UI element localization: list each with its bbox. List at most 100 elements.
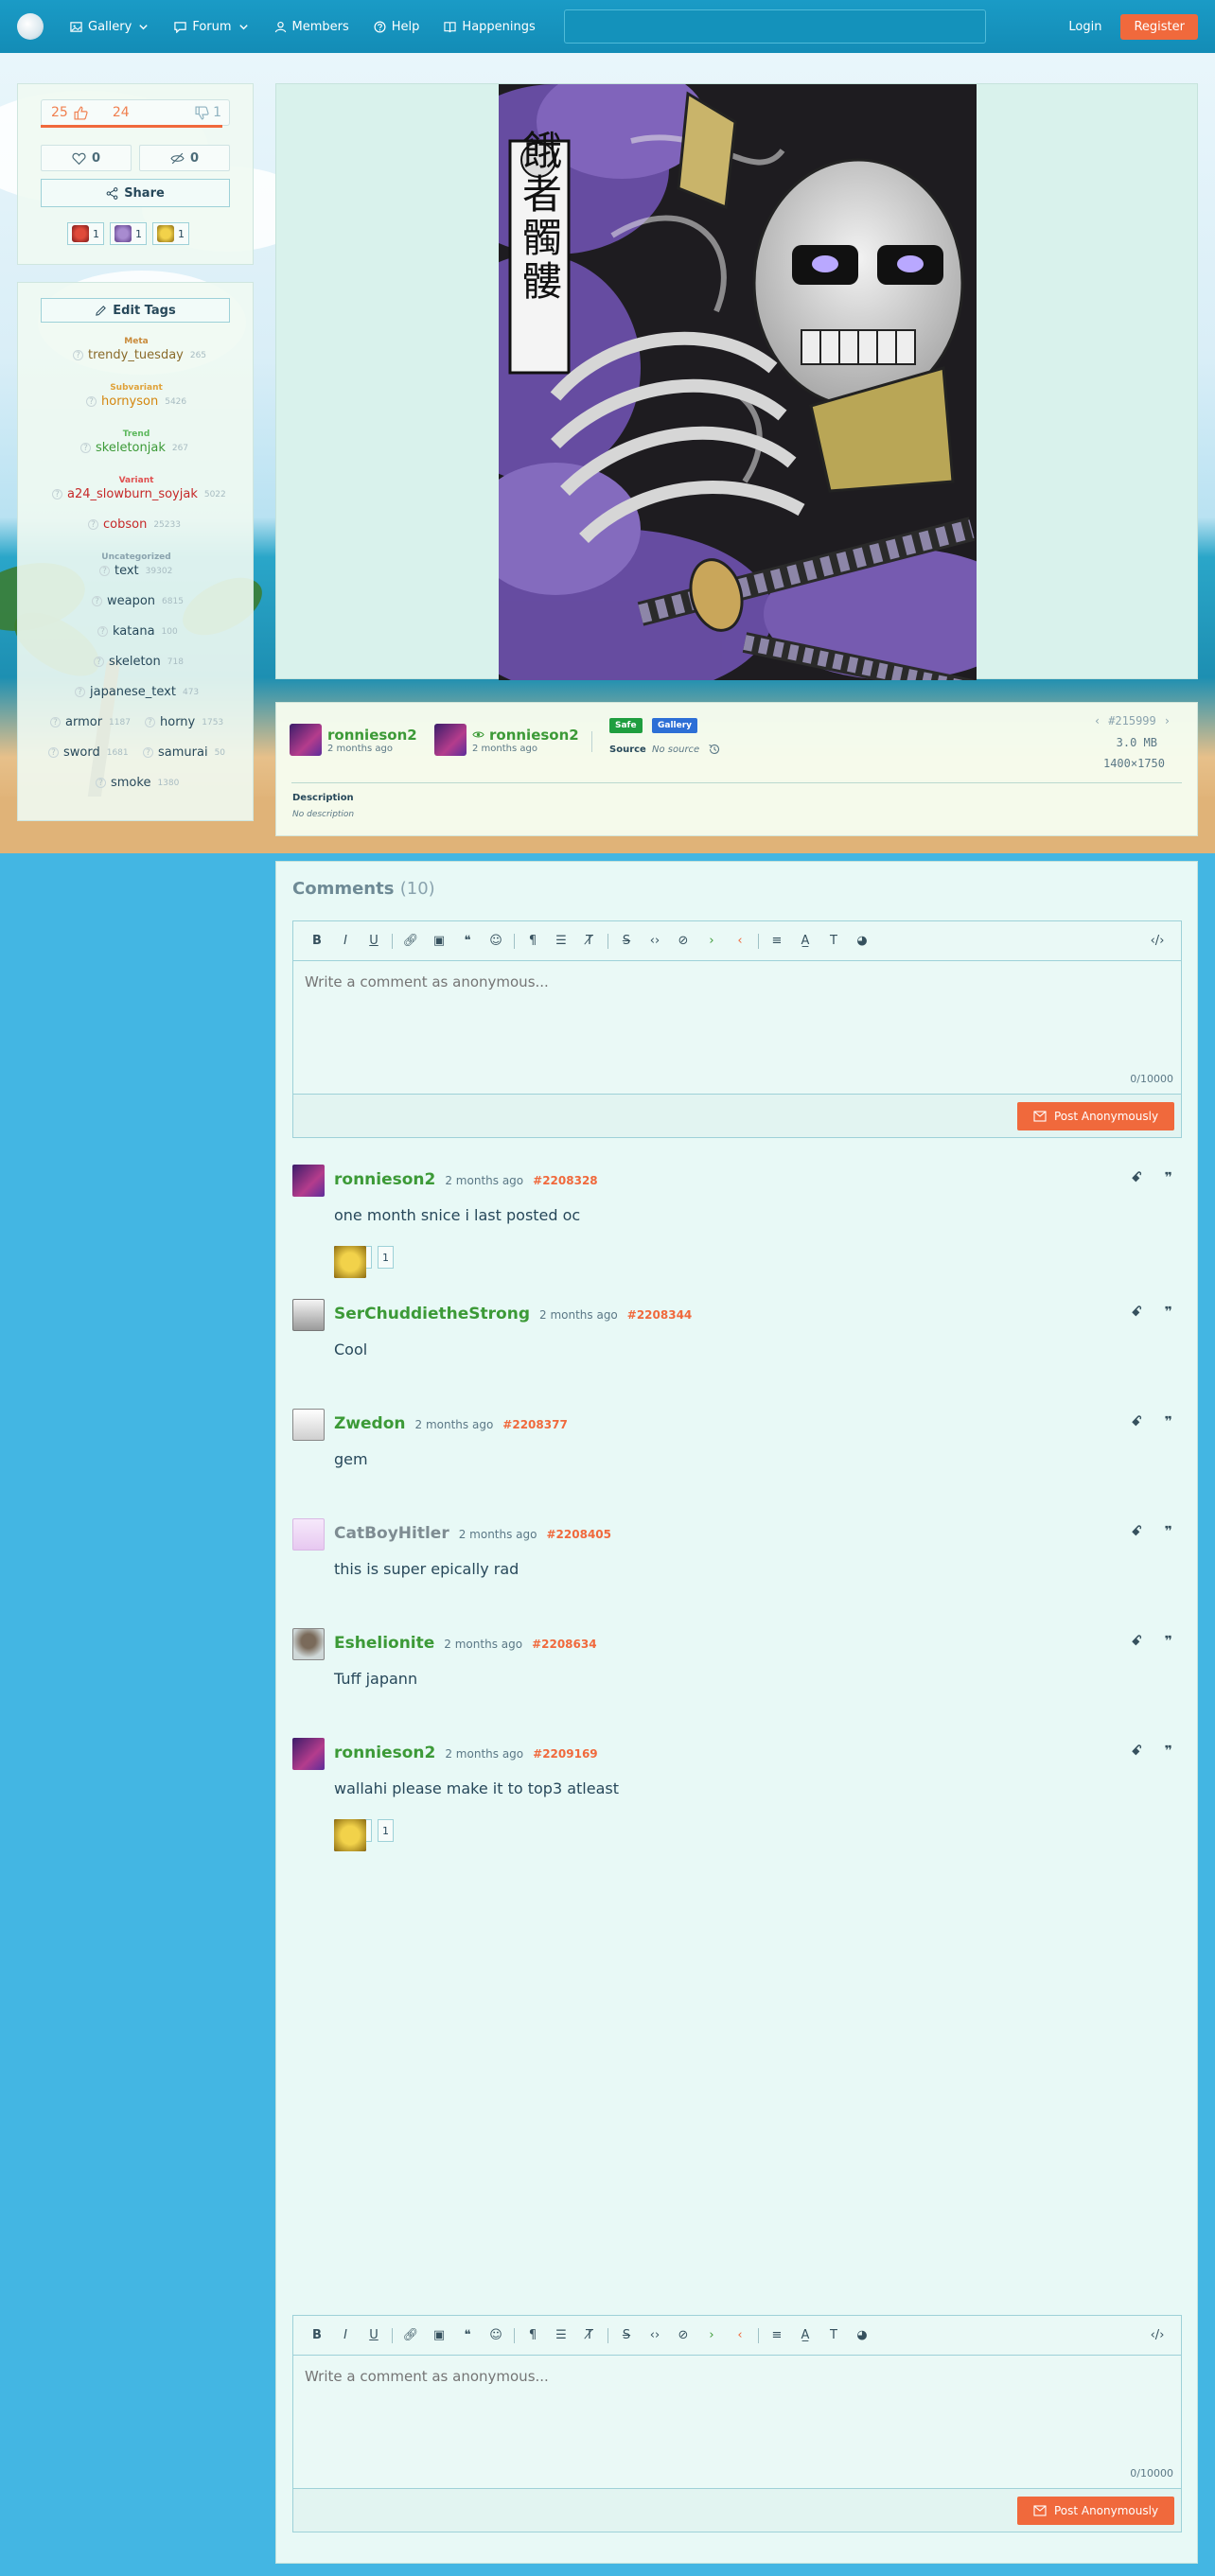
tag-skeleton[interactable]: ? skeleton 718 xyxy=(94,655,184,669)
react-icon[interactable]: ꗃ xyxy=(1132,1170,1142,1185)
tag-katana[interactable]: ? katana 100 xyxy=(97,624,178,639)
paragraph-icon[interactable]: ¶ xyxy=(519,2324,547,2347)
comment-textarea[interactable] xyxy=(293,962,1181,1093)
tag-info-icon[interactable]: ? xyxy=(73,350,83,360)
reply-quote-icon[interactable]: ❞ xyxy=(1165,1305,1172,1320)
comment-username[interactable]: SerChuddietheStrong xyxy=(334,1305,530,1323)
bold-icon[interactable]: B xyxy=(303,930,331,953)
italic-icon[interactable]: I xyxy=(331,930,360,953)
source-toggle-icon[interactable]: ‹/› xyxy=(1143,930,1171,953)
greentext-icon[interactable]: › xyxy=(697,930,726,953)
comment-id[interactable]: #2209169 xyxy=(533,1747,598,1761)
reaction-chip[interactable]: 1 xyxy=(334,1246,394,1278)
nav-happenings[interactable]: Happenings xyxy=(444,20,536,34)
bold-icon[interactable]: B xyxy=(303,2324,331,2347)
search-input[interactable] xyxy=(563,9,986,44)
emoji-icon[interactable]: ☺ xyxy=(482,930,510,953)
react-icon[interactable]: ꗃ xyxy=(1132,1634,1142,1649)
comment-username[interactable]: CatBoyHitler xyxy=(334,1524,449,1543)
font-size-icon[interactable]: T xyxy=(819,930,848,953)
react-icon[interactable]: ꗃ xyxy=(1132,1524,1142,1539)
tag-trendy-tuesday[interactable]: ? trendy_tuesday 265 xyxy=(73,348,206,362)
uploader-name[interactable]: ronnieson2 xyxy=(327,727,417,744)
tag-info-icon[interactable]: ? xyxy=(48,747,59,758)
tag-info-icon[interactable]: ? xyxy=(94,657,104,667)
spoiler-icon[interactable]: ⊘ xyxy=(669,2324,697,2347)
react-icon[interactable]: ꗃ xyxy=(1132,1414,1142,1429)
comment-id[interactable]: #2208377 xyxy=(502,1418,568,1431)
code-icon[interactable]: ‹› xyxy=(641,930,669,953)
comment-id[interactable]: #2208634 xyxy=(532,1638,597,1651)
text-color-icon[interactable]: A̲ xyxy=(791,930,819,953)
tag-armor[interactable]: ? armor 1187 xyxy=(50,715,131,729)
tag-info-icon[interactable]: ? xyxy=(75,687,85,697)
comment-avatar[interactable] xyxy=(292,1299,325,1331)
tag-sword[interactable]: ? sword 1681 xyxy=(48,745,129,760)
strikethrough-icon[interactable]: S xyxy=(612,930,641,953)
hide-button[interactable]: 0 xyxy=(139,145,230,171)
site-logo[interactable] xyxy=(17,13,44,40)
comment-username[interactable]: Eshelionite xyxy=(334,1634,434,1653)
tag-a24-slowburn-soyjak[interactable]: ? a24_slowburn_soyjak 5022 xyxy=(52,487,226,501)
comment-id[interactable]: #2208344 xyxy=(627,1308,693,1322)
tag-cobson[interactable]: ? cobson 25233 xyxy=(88,517,181,532)
palette-icon[interactable]: ◕ xyxy=(848,930,876,953)
tag-info-icon[interactable]: ? xyxy=(99,566,110,576)
font-size-icon[interactable]: T xyxy=(819,2324,848,2347)
reaction-chip[interactable]: 1 xyxy=(152,222,189,245)
underline-icon[interactable]: U xyxy=(360,930,388,953)
comment-avatar[interactable] xyxy=(292,1518,325,1551)
post-anonymously-button[interactable]: Post Anonymously xyxy=(1017,2497,1174,2525)
reply-quote-icon[interactable]: ❞ xyxy=(1165,1744,1172,1759)
reply-quote-icon[interactable]: ❞ xyxy=(1165,1414,1172,1429)
paragraph-icon[interactable]: ¶ xyxy=(519,930,547,953)
tag-info-icon[interactable]: ? xyxy=(88,519,98,530)
reaction-chip[interactable]: 1 xyxy=(110,222,147,245)
tag-samurai[interactable]: ? samurai 50 xyxy=(143,745,225,760)
spoiler-icon[interactable]: ⊘ xyxy=(669,930,697,953)
greentext-icon[interactable]: › xyxy=(697,2324,726,2347)
tag-info-icon[interactable]: ? xyxy=(96,778,106,788)
align-icon[interactable]: ≡ xyxy=(763,930,791,953)
image-insert-icon[interactable]: ▣ xyxy=(425,2324,453,2347)
comment-avatar[interactable] xyxy=(292,1165,325,1197)
tag-info-icon[interactable]: ? xyxy=(97,626,108,637)
reaction-chip[interactable]: 1 xyxy=(334,1819,394,1851)
tag-info-icon[interactable]: ? xyxy=(145,717,155,727)
underline-icon[interactable]: U xyxy=(360,2324,388,2347)
tag-hornyson[interactable]: ? hornyson 5426 xyxy=(86,394,186,409)
comment-avatar[interactable] xyxy=(292,1409,325,1441)
gallery-badge[interactable]: Gallery xyxy=(652,718,698,733)
tag-horny[interactable]: ? horny 1753 xyxy=(145,715,223,729)
editor-name-row[interactable]: ronnieson2 xyxy=(472,727,579,744)
quote-icon[interactable]: ❝ xyxy=(453,930,482,953)
edit-tags-button[interactable]: Edit Tags xyxy=(41,298,230,323)
tag-weapon[interactable]: ? weapon 6815 xyxy=(92,594,184,608)
clear-format-icon[interactable]: T̸ xyxy=(575,2324,604,2347)
text-color-icon[interactable]: A̲ xyxy=(791,2324,819,2347)
register-button[interactable]: Register xyxy=(1120,13,1198,40)
share-button[interactable]: Share xyxy=(41,179,230,207)
palette-icon[interactable]: ◕ xyxy=(848,2324,876,2347)
react-icon[interactable]: ꗃ xyxy=(1132,1305,1142,1320)
comment-username[interactable]: ronnieson2 xyxy=(334,1170,435,1189)
last-editor[interactable]: ronnieson2 2 months ago xyxy=(434,724,579,756)
next-image-icon[interactable]: › xyxy=(1164,714,1171,727)
tag-info-icon[interactable]: ? xyxy=(80,443,91,453)
uploader[interactable]: ronnieson2 2 months ago xyxy=(290,724,417,756)
orangetext-icon[interactable]: ‹ xyxy=(726,2324,754,2347)
reply-quote-icon[interactable]: ❞ xyxy=(1165,1170,1172,1185)
tag-japanese-text[interactable]: ? japanese_text 473 xyxy=(75,685,199,699)
tag-info-icon[interactable]: ? xyxy=(52,489,62,499)
tag-skeletonjak[interactable]: ? skeletonjak 267 xyxy=(80,441,188,455)
login-link[interactable]: Login xyxy=(1068,20,1101,34)
source-toggle-icon[interactable]: ‹/› xyxy=(1143,2324,1171,2347)
reaction-chip[interactable]: 1 xyxy=(67,222,104,245)
comment-textarea[interactable] xyxy=(293,2357,1181,2487)
nav-members[interactable]: Members xyxy=(274,20,349,34)
list-icon[interactable]: ☰ xyxy=(547,930,575,953)
reply-quote-icon[interactable]: ❞ xyxy=(1165,1524,1172,1539)
link-icon[interactable]: 🔗︎ xyxy=(396,930,425,953)
nav-help[interactable]: Help xyxy=(374,20,419,34)
code-icon[interactable]: ‹› xyxy=(641,2324,669,2347)
